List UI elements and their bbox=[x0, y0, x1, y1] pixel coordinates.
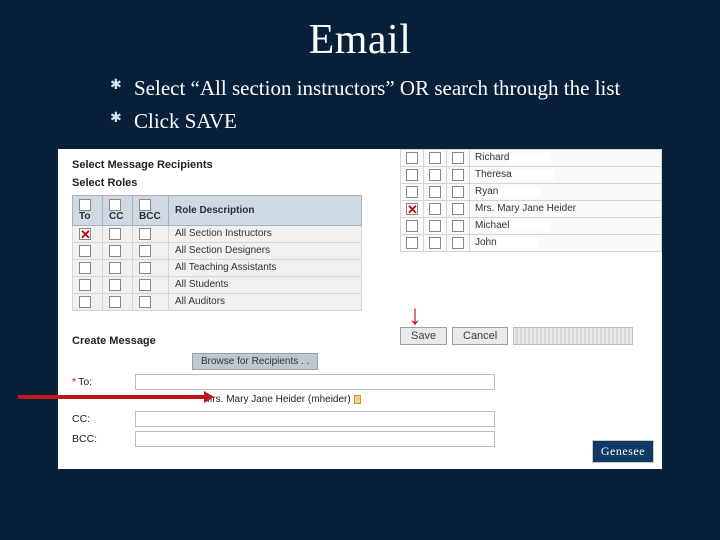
col-bcc: BCC bbox=[139, 211, 161, 222]
table-row: Theresa bbox=[401, 166, 662, 183]
roles-column: Select Message Recipients Select Roles T… bbox=[72, 159, 362, 323]
bcc-checkbox[interactable] bbox=[452, 186, 464, 198]
select-roles-heading: Select Roles bbox=[72, 177, 362, 189]
person-name: Richard bbox=[475, 152, 509, 163]
to-checkbox[interactable] bbox=[406, 203, 418, 215]
to-checkbox[interactable] bbox=[79, 262, 91, 274]
bcc-checkbox[interactable] bbox=[452, 203, 464, 215]
role-desc: All Students bbox=[169, 276, 362, 293]
cc-checkbox[interactable] bbox=[429, 169, 441, 181]
person-name: Michael bbox=[475, 220, 509, 231]
recipient-manage-icon[interactable] bbox=[354, 395, 361, 404]
checkbox-icon[interactable] bbox=[139, 199, 151, 211]
cc-label: CC: bbox=[72, 413, 132, 425]
checkbox-icon[interactable] bbox=[109, 199, 121, 211]
bullet-item: Select “All section instructors” OR sear… bbox=[110, 74, 640, 103]
to-checkbox[interactable] bbox=[79, 245, 91, 257]
to-checkbox[interactable] bbox=[406, 169, 418, 181]
bcc-checkbox[interactable] bbox=[139, 245, 151, 257]
down-arrow-icon: ↓ bbox=[408, 301, 422, 329]
roles-table: To CC BCC Role Description All Section I… bbox=[72, 195, 362, 311]
role-desc: All Section Instructors bbox=[169, 225, 362, 242]
checkbox-icon[interactable] bbox=[79, 199, 91, 211]
bcc-checkbox[interactable] bbox=[139, 279, 151, 291]
table-row: Mrs. Mary Jane Heider bbox=[401, 200, 662, 217]
cc-checkbox[interactable] bbox=[429, 152, 441, 164]
cc-checkbox[interactable] bbox=[109, 296, 121, 308]
person-name: Theresa bbox=[475, 169, 512, 180]
cc-checkbox[interactable] bbox=[429, 186, 441, 198]
to-checkbox[interactable] bbox=[79, 279, 91, 291]
table-row: All Auditors bbox=[73, 293, 362, 310]
people-table: Richard Theresa Ryan Mrs. Mary Jane Heid… bbox=[400, 149, 662, 252]
create-message-section: Create Message Browse for Recipients . .… bbox=[72, 335, 652, 447]
person-name: Ryan bbox=[475, 186, 498, 197]
to-checkbox[interactable] bbox=[406, 186, 418, 198]
bullet-item: Click SAVE bbox=[110, 107, 640, 136]
to-recipient-value: Mrs. Mary Jane Heider (mheider) bbox=[204, 394, 652, 405]
browse-recipients-button[interactable]: Browse for Recipients . . bbox=[192, 353, 318, 370]
cc-checkbox[interactable] bbox=[429, 237, 441, 249]
table-row: All Section Designers bbox=[73, 242, 362, 259]
table-row: Michael bbox=[401, 217, 662, 234]
bcc-checkbox[interactable] bbox=[139, 228, 151, 240]
to-checkbox[interactable] bbox=[406, 220, 418, 232]
email-panel: Select Message Recipients Select Roles T… bbox=[58, 149, 662, 469]
bcc-checkbox[interactable] bbox=[139, 262, 151, 274]
table-row: Richard bbox=[401, 149, 662, 166]
bcc-checkbox[interactable] bbox=[139, 296, 151, 308]
to-input[interactable] bbox=[135, 374, 495, 390]
to-label: To: bbox=[72, 376, 132, 388]
role-desc: All Section Designers bbox=[169, 242, 362, 259]
to-checkbox[interactable] bbox=[406, 237, 418, 249]
bcc-checkbox[interactable] bbox=[452, 169, 464, 181]
cc-input[interactable] bbox=[135, 411, 495, 427]
table-row: Ryan bbox=[401, 183, 662, 200]
cc-checkbox[interactable] bbox=[429, 220, 441, 232]
create-message-heading: Create Message bbox=[72, 335, 652, 347]
to-checkbox[interactable] bbox=[406, 152, 418, 164]
bcc-checkbox[interactable] bbox=[452, 220, 464, 232]
select-recipients-heading: Select Message Recipients bbox=[72, 159, 362, 171]
people-column: Richard Theresa Ryan Mrs. Mary Jane Heid… bbox=[400, 149, 662, 252]
col-to: To bbox=[79, 211, 90, 222]
bullet-list: Select “All section instructors” OR sear… bbox=[110, 74, 640, 137]
person-name: John bbox=[475, 237, 497, 248]
genesee-logo: Genesee bbox=[592, 440, 654, 463]
cc-checkbox[interactable] bbox=[109, 262, 121, 274]
role-desc: All Teaching Assistants bbox=[169, 259, 362, 276]
highlight-arrow-icon bbox=[18, 395, 208, 399]
cc-checkbox[interactable] bbox=[109, 279, 121, 291]
to-checkbox[interactable] bbox=[79, 228, 91, 240]
bcc-checkbox[interactable] bbox=[452, 237, 464, 249]
col-role-desc: Role Description bbox=[169, 195, 362, 225]
bcc-label: BCC: bbox=[72, 433, 132, 445]
cc-checkbox[interactable] bbox=[109, 228, 121, 240]
table-row: John bbox=[401, 234, 662, 251]
roles-header-row: To CC BCC Role Description bbox=[73, 195, 362, 225]
role-desc: All Auditors bbox=[169, 293, 362, 310]
table-row: All Teaching Assistants bbox=[73, 259, 362, 276]
table-row: All Students bbox=[73, 276, 362, 293]
person-name: Mrs. Mary Jane Heider bbox=[475, 203, 576, 214]
bcc-checkbox[interactable] bbox=[452, 152, 464, 164]
cc-checkbox[interactable] bbox=[109, 245, 121, 257]
cc-checkbox[interactable] bbox=[429, 203, 441, 215]
to-checkbox[interactable] bbox=[79, 296, 91, 308]
bcc-input[interactable] bbox=[135, 431, 495, 447]
col-cc: CC bbox=[109, 211, 123, 222]
slide-title: Email bbox=[0, 0, 720, 64]
table-row: All Section Instructors bbox=[73, 225, 362, 242]
